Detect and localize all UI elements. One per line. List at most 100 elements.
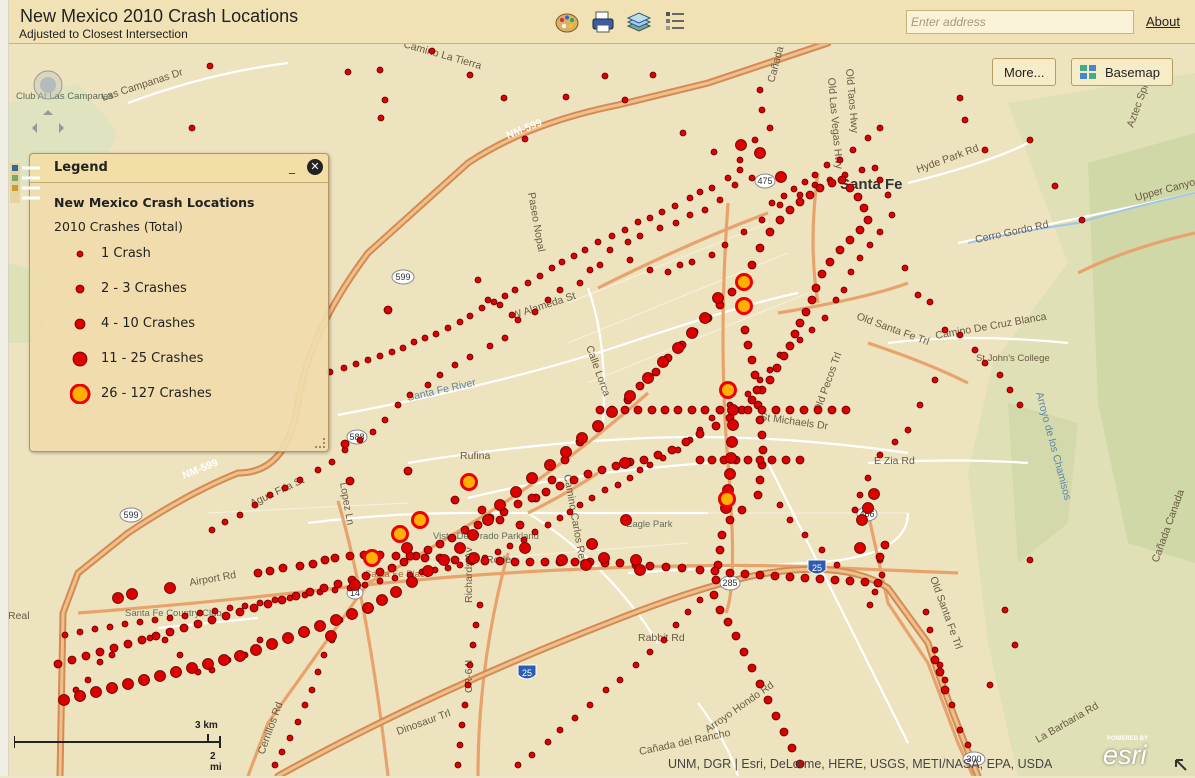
- crash-point-large[interactable]: [642, 372, 654, 384]
- crash-point-small[interactable]: [421, 334, 429, 342]
- crash-point-medium[interactable]: [772, 363, 782, 373]
- crash-point-medium[interactable]: [860, 577, 870, 587]
- crash-point-large[interactable]: [349, 579, 361, 591]
- crash-point-medium[interactable]: [758, 445, 768, 455]
- crash-point-small[interactable]: [964, 741, 972, 749]
- crash-point-small[interactable]: [406, 391, 414, 399]
- crash-point-small[interactable]: [621, 96, 629, 104]
- crash-point-small[interactable]: [196, 609, 204, 617]
- crash-point-medium[interactable]: [841, 405, 851, 415]
- crash-point-medium[interactable]: [660, 405, 670, 415]
- crash-point-small[interactable]: [948, 701, 956, 709]
- crash-point-medium[interactable]: [845, 183, 855, 193]
- crash-point-small[interactable]: [602, 686, 610, 694]
- crash-point-large[interactable]: [218, 654, 230, 666]
- crash-point-medium[interactable]: [723, 617, 733, 627]
- crash-point-medium[interactable]: [853, 192, 863, 202]
- crash-point-small[interactable]: [796, 336, 804, 344]
- crash-point-medium[interactable]: [740, 569, 750, 579]
- crash-point-small[interactable]: [456, 318, 464, 326]
- crash-point-medium[interactable]: [801, 307, 811, 317]
- crash-point-medium[interactable]: [345, 551, 355, 561]
- crash-point-large[interactable]: [202, 658, 214, 670]
- crash-point-medium[interactable]: [633, 405, 643, 415]
- crash-point-medium[interactable]: [207, 615, 217, 625]
- crash-point-small[interactable]: [748, 174, 756, 182]
- crash-point-small[interactable]: [136, 618, 144, 626]
- crash-point-small[interactable]: [369, 428, 377, 436]
- crash-point-large[interactable]: [862, 502, 874, 514]
- crash-point-large[interactable]: [754, 147, 766, 159]
- crash-point-medium[interactable]: [717, 530, 727, 540]
- crash-point-small[interactable]: [586, 266, 594, 274]
- crash-point-small[interactable]: [876, 124, 884, 132]
- crash-point-medium[interactable]: [667, 445, 677, 455]
- crash-point-small[interactable]: [531, 308, 539, 316]
- crash-point-large[interactable]: [126, 588, 138, 600]
- crash-point-large[interactable]: [868, 488, 880, 500]
- crash-point-small[interactable]: [736, 156, 744, 164]
- crash-point-small[interactable]: [500, 94, 508, 102]
- crash-point-medium[interactable]: [661, 562, 671, 572]
- crash-point-small[interactable]: [801, 531, 809, 539]
- basemap-button[interactable]: Basemap: [1071, 58, 1173, 86]
- crash-point-small[interactable]: [1026, 556, 1034, 564]
- crash-point-small[interactable]: [684, 608, 692, 616]
- crash-point-medium[interactable]: [709, 590, 719, 600]
- crash-point-small[interactable]: [570, 252, 578, 260]
- crash-point-small[interactable]: [181, 612, 189, 620]
- crash-point-small[interactable]: [926, 298, 934, 306]
- crash-point-small[interactable]: [320, 651, 328, 659]
- crash-point-large[interactable]: [154, 670, 166, 682]
- crash-point-medium[interactable]: [707, 455, 717, 465]
- crash-point-small[interactable]: [823, 161, 831, 169]
- crash-point-medium[interactable]: [291, 591, 301, 601]
- crash-point-small[interactable]: [271, 761, 279, 769]
- crash-point-small[interactable]: [656, 224, 664, 232]
- crash-point-medium[interactable]: [739, 647, 749, 657]
- crash-point-small[interactable]: [864, 474, 872, 482]
- crash-point-medium[interactable]: [651, 367, 661, 377]
- crash-point-small[interactable]: [790, 185, 798, 193]
- crash-point-large[interactable]: [624, 390, 636, 402]
- crash-point-small[interactable]: [616, 676, 624, 684]
- crash-point-medium[interactable]: [725, 515, 735, 525]
- crash-point-large[interactable]: [298, 626, 310, 638]
- crash-point-small[interactable]: [710, 148, 718, 156]
- crash-point-ring[interactable]: [391, 525, 409, 543]
- crash-point-small[interactable]: [696, 596, 704, 604]
- crash-point-medium[interactable]: [67, 655, 77, 665]
- crash-point-small[interactable]: [614, 481, 622, 489]
- crash-point-large[interactable]: [138, 674, 150, 686]
- crash-point-small[interactable]: [901, 264, 909, 272]
- crash-point-small[interactable]: [428, 47, 436, 55]
- crash-point-large[interactable]: [325, 630, 337, 642]
- crash-point-small[interactable]: [399, 344, 407, 352]
- crash-point-medium[interactable]: [743, 405, 753, 415]
- crash-point-small[interactable]: [891, 438, 899, 446]
- crash-point-small[interactable]: [461, 701, 469, 709]
- crash-point-medium[interactable]: [375, 567, 385, 577]
- crash-point-medium[interactable]: [737, 505, 747, 515]
- crash-point-medium[interactable]: [308, 559, 318, 569]
- crash-point-medium[interactable]: [755, 243, 765, 253]
- crash-point-large[interactable]: [266, 638, 278, 650]
- crash-point-medium[interactable]: [727, 287, 737, 297]
- crash-point-small[interactable]: [464, 681, 472, 689]
- crash-point-medium[interactable]: [765, 227, 775, 237]
- crash-point-medium[interactable]: [253, 568, 263, 578]
- crash-point-medium[interactable]: [813, 405, 823, 415]
- crash-point-large[interactable]: [598, 552, 610, 564]
- crash-point-large[interactable]: [164, 582, 176, 594]
- crash-point-small[interactable]: [548, 264, 556, 272]
- crash-point-medium[interactable]: [179, 623, 189, 633]
- crash-point-medium[interactable]: [771, 711, 781, 721]
- crash-point-small[interactable]: [576, 501, 584, 509]
- crash-point-large[interactable]: [735, 139, 747, 151]
- crash-point-medium[interactable]: [771, 405, 781, 415]
- crash-point-medium[interactable]: [710, 566, 720, 576]
- crash-point-small[interactable]: [768, 199, 776, 207]
- crash-point-large[interactable]: [726, 436, 738, 448]
- crash-point-small[interactable]: [566, 508, 574, 516]
- crash-point-medium[interactable]: [863, 215, 873, 225]
